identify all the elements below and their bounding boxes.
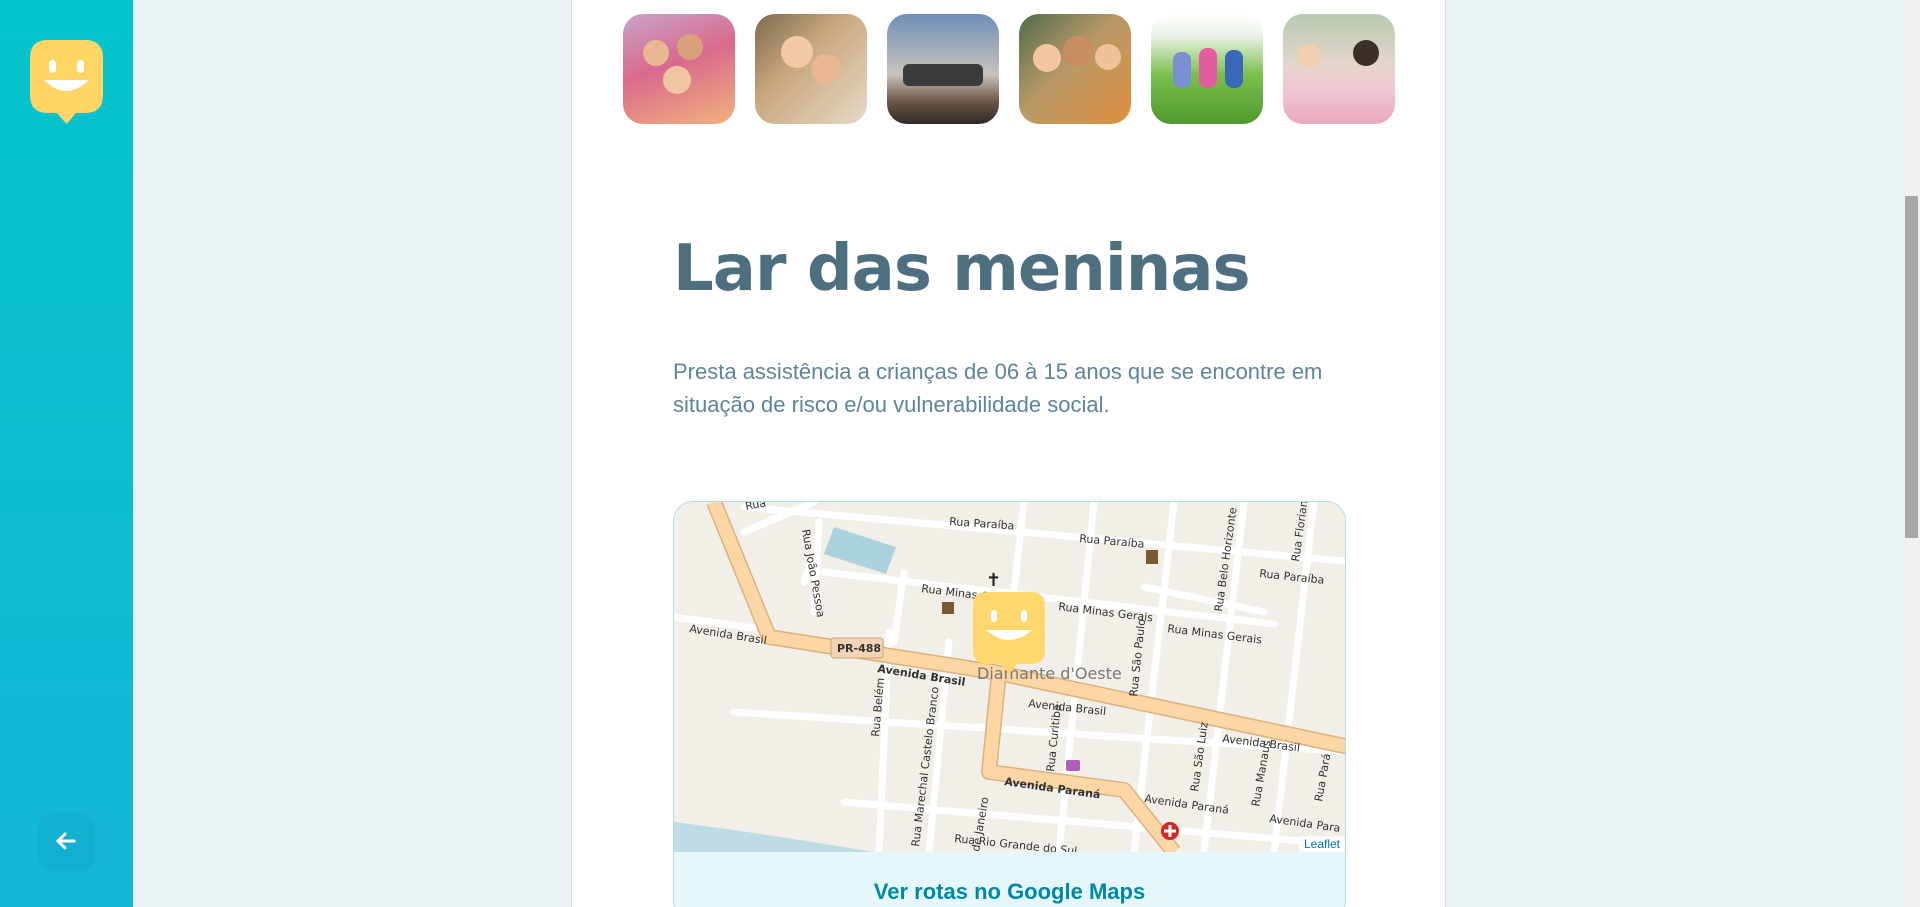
street-label: Rua Paraíba	[1259, 567, 1325, 587]
street-label: Rua Manaus	[1249, 739, 1273, 808]
map-container: Rua Paraíba Rua Paraíba Rua Paraíba Rua …	[673, 501, 1346, 907]
street-label: Rua Paraíba	[949, 515, 1015, 533]
gallery-thumb-girls-hugging[interactable]	[755, 14, 867, 124]
page-title: Lar das meninas	[673, 232, 1251, 306]
smiley-map-marker-icon[interactable]	[973, 592, 1045, 674]
smiley-map-marker-icon[interactable]	[30, 40, 103, 124]
scrollbar-thumb[interactable]	[1905, 196, 1918, 538]
google-maps-routes-link[interactable]: Ver rotas no Google Maps	[874, 879, 1145, 905]
street-label: Rua Curitiba	[1044, 704, 1064, 773]
map-view[interactable]: Rua Paraíba Rua Paraíba Rua Paraíba Rua …	[674, 502, 1345, 852]
hospital-icon	[1161, 822, 1179, 840]
gallery-thumb-kids-jumping[interactable]	[887, 14, 999, 124]
arrow-left-icon	[54, 829, 78, 856]
street-label: Rua Pará	[1312, 752, 1333, 802]
gallery-thumb-kids-field[interactable]	[1151, 14, 1263, 124]
street-label: Rua São Luiz	[1188, 721, 1211, 792]
church-icon: ✝	[986, 570, 1001, 591]
street-label: Rua São Paulo	[1127, 618, 1148, 697]
school-icon	[942, 602, 954, 614]
gallery-thumb-classroom[interactable]	[1283, 14, 1395, 124]
back-button[interactable]	[37, 813, 95, 871]
sidebar	[0, 0, 133, 907]
monument-icon	[1146, 550, 1158, 564]
street-label: Avenida Paraná	[1144, 792, 1230, 817]
orphanage-details-card: Lar das meninas Presta assistência a cri…	[571, 0, 1446, 907]
street-label: Rua Minas Gerais	[1167, 622, 1263, 647]
place-label: Diamante d'Oeste	[977, 664, 1122, 683]
gallery-thumb-toddlers[interactable]	[1019, 14, 1131, 124]
map-footer: Ver rotas no Google Maps	[674, 852, 1345, 907]
shop-icon	[1066, 760, 1080, 771]
gallery-thumb-children-group[interactable]	[623, 14, 735, 124]
road-shield-label: PR-488	[837, 642, 881, 655]
orphanage-description: Presta assistência a crianças de 06 à 15…	[673, 359, 1323, 417]
map-attribution-link[interactable]: Leaflet	[1298, 836, 1345, 852]
svg-text:✝: ✝	[986, 570, 1001, 591]
image-gallery	[623, 14, 1395, 124]
page-scrollbar[interactable]	[1903, 0, 1920, 907]
